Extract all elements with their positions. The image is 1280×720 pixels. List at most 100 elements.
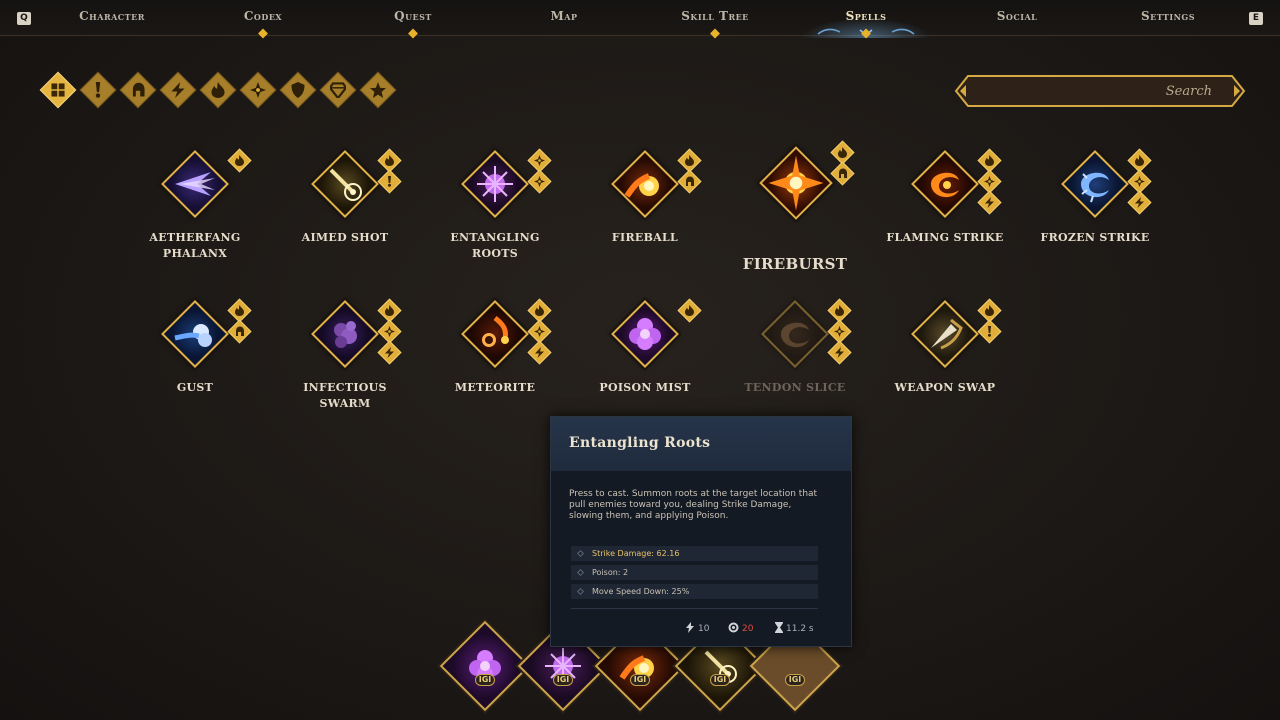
helmet-icon xyxy=(132,82,145,97)
spell-name: FLAMING STRIKE xyxy=(880,230,1010,246)
hotbar-keybind: IGI xyxy=(710,674,730,686)
mist-slot-icon xyxy=(469,650,501,682)
lightning-tag-icon xyxy=(827,340,852,365)
tooltip-stat: Strike Damage: 62.16 xyxy=(571,546,818,561)
stat-bullet-icon xyxy=(576,587,585,596)
all-grid-icon xyxy=(51,83,65,97)
spell-aimed-shot[interactable]: AIMED SHOT xyxy=(280,148,410,270)
spell-name-line: TENDON SLICE xyxy=(744,381,846,394)
spell-name-line: WEAPON SWAP xyxy=(894,381,996,394)
spell-poison-mist[interactable]: POISON MIST xyxy=(580,298,710,420)
filter-flame-button[interactable] xyxy=(199,71,237,109)
spell-entangling-roots[interactable]: ENTANGLING ROOTS xyxy=(430,148,560,270)
flame-tag-icon xyxy=(677,298,702,323)
hotbar-keybind: IGI xyxy=(475,674,495,686)
filter-exclamation-button[interactable] xyxy=(79,71,117,109)
spell-name: FIREBURST xyxy=(730,256,860,272)
tooltip-stat: Poison: 2 xyxy=(571,565,818,580)
spell-name-line: SWARM xyxy=(319,397,371,410)
spell-name-line: FIREBURST xyxy=(742,255,848,273)
tooltip-header: Entangling Roots xyxy=(551,417,851,471)
spell-weapon-swap[interactable]: WEAPON SWAP xyxy=(880,298,1010,420)
gust-art-icon xyxy=(174,324,212,347)
fireball-art-icon xyxy=(624,173,659,198)
tab-social[interactable]: Social xyxy=(997,9,1038,31)
search-input[interactable] xyxy=(976,81,1212,101)
spell-infectious-swarm[interactable]: INFECTIOUS SWARM xyxy=(280,298,410,420)
spell-flaming-strike[interactable]: FLAMING STRIKE xyxy=(880,148,1010,270)
exclaim-tag-icon xyxy=(977,319,1002,344)
filter-shield-button[interactable] xyxy=(279,71,317,109)
spell-name: INFECTIOUS SWARM xyxy=(280,380,410,412)
spell-icon xyxy=(161,150,229,218)
tab-map[interactable]: Map xyxy=(550,9,577,31)
spell-name: TENDON SLICE xyxy=(730,380,860,396)
helmet-tag-icon xyxy=(227,319,252,344)
spell-name-line: ENTANGLING xyxy=(450,231,540,244)
hourglass-icon xyxy=(775,622,783,633)
spell-tooltip: Entangling Roots Press to cast. Summon r… xyxy=(550,416,852,647)
spell-name: WEAPON SWAP xyxy=(880,380,1010,396)
spell-aetherfang-phalanx[interactable]: AETHERFANG PHALANX xyxy=(130,148,260,270)
e-key-hint: E xyxy=(1249,12,1263,25)
spell-name-line: FROZEN STRIKE xyxy=(1040,231,1150,244)
lightning-tag-icon xyxy=(377,340,402,365)
spell-name: POISON MIST xyxy=(580,380,710,396)
tab-character[interactable]: Character xyxy=(79,9,145,31)
spell-icon xyxy=(311,300,379,368)
roots-art-icon xyxy=(477,166,513,202)
spell-icon xyxy=(911,150,979,218)
hotbar-slot-1[interactable] xyxy=(439,620,531,712)
fireburst-art-icon xyxy=(768,155,824,211)
stat-text: Strike Damage: 62.16 xyxy=(592,549,680,558)
spell-name-line: INFECTIOUS xyxy=(303,381,387,394)
filter-helmet-button[interactable] xyxy=(119,71,157,109)
stat-text: Poison: 2 xyxy=(592,568,629,577)
filter-star-button[interactable] xyxy=(359,71,397,109)
spell-frozen-strike[interactable]: FROZEN STRIKE xyxy=(1030,148,1160,270)
gem-icon xyxy=(330,82,346,98)
helmet-tag-icon xyxy=(677,169,702,194)
energy-value: 10 xyxy=(698,624,710,634)
meteorite-art-icon xyxy=(482,316,509,347)
gear-icon xyxy=(728,622,739,633)
spell-name: FROZEN STRIKE xyxy=(1030,230,1160,246)
filter-gem-button[interactable] xyxy=(319,71,357,109)
cooldown-value: 11.2 s xyxy=(786,624,814,634)
stat-bullet-icon xyxy=(576,549,585,558)
spell-icon xyxy=(161,300,229,368)
filter-lightning-button[interactable] xyxy=(159,71,197,109)
search-box xyxy=(954,74,1246,108)
lightning-tag-icon xyxy=(527,340,552,365)
spell-fireball[interactable]: FIREBALL xyxy=(580,148,710,270)
stat-bullet-icon xyxy=(576,568,585,577)
aether-art-icon xyxy=(175,172,215,196)
spell-icon xyxy=(611,300,679,368)
tooltip-description: Press to cast. Summon roots at the targe… xyxy=(569,489,818,521)
spell-gust[interactable]: GUST xyxy=(130,298,260,420)
spell-meteorite[interactable]: METEORITE xyxy=(430,298,560,420)
frozen-art-icon xyxy=(1081,172,1109,203)
spell-name: FIREBALL xyxy=(580,230,710,246)
tab-settings[interactable]: Settings xyxy=(1141,9,1195,31)
flaming-art-icon xyxy=(931,172,959,198)
tooltip-title: Entangling Roots xyxy=(569,435,711,451)
hotbar-keybind: IGI xyxy=(630,674,650,686)
filter-all-grid-button[interactable] xyxy=(39,71,77,109)
spell-name-line: FIREBALL xyxy=(611,231,679,244)
cost-value: 20 xyxy=(742,624,754,634)
spell-name: AETHERFANG PHALANX xyxy=(130,230,260,262)
spell-fireburst[interactable]: FIREBURST xyxy=(730,140,860,272)
filter-compass-button[interactable] xyxy=(239,71,277,109)
compass-icon xyxy=(250,82,266,98)
lightning-icon xyxy=(171,82,185,98)
exclamation-icon xyxy=(95,82,101,98)
spell-tendon-slice[interactable]: TENDON SLICE xyxy=(730,298,860,420)
resource-cost: 20 xyxy=(728,622,753,634)
spell-name-line: AIMED SHOT xyxy=(301,231,389,244)
spell-name-line: GUST xyxy=(176,381,214,394)
q-key-hint: Q xyxy=(17,12,31,25)
spell-name-line: ROOTS xyxy=(472,247,518,260)
spell-name: GUST xyxy=(130,380,260,396)
shield-icon xyxy=(291,82,305,98)
